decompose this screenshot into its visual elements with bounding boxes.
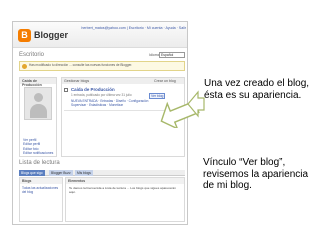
items-body: Te damos la bienvenida a Lista de lectur… [69,186,176,195]
profile-links: Ver perfil Editar perfil Editar foto Edi… [23,138,53,155]
brand-name: Blogger [34,30,69,40]
all-updates-link[interactable]: Todas las actualizaciones del blog [20,184,62,196]
blog-name[interactable]: Caída de Producción [71,87,115,92]
blogs-header: Gestionar blogs Crear un blog [62,78,184,84]
avatar [24,87,52,120]
language-select[interactable]: Español [159,52,185,58]
notice-text: Has modificado tu dirección ... consulte… [29,63,133,67]
avatar-body-icon [30,104,47,118]
annotation-view-blog: Vínculo “Ver blog”, revisemos la aparien… [203,157,309,191]
notice-banner: Has modificado tu dirección ... consulte… [19,61,185,71]
manage-blogs-label: Gestionar blogs [64,79,90,83]
account-links[interactable]: herbert_matos@yahoo.com | Escritorio · M… [81,26,186,30]
blog-meta: 1 entrada, publicado por última vez 31 j… [71,93,132,97]
profile-title: Caída de Producción [20,78,56,87]
tab-my-blogs[interactable]: Mis blogs [75,170,93,176]
annotation-appearance: Una vez creado el blog, ésta es su apari… [204,78,310,101]
page-title: Escritorio [19,52,45,58]
arrow-to-screenshot-icon [187,90,205,118]
info-icon [22,64,27,69]
tab-blogger-buzz[interactable]: Blogger Buzz [49,170,73,176]
profile-panel: Caída de Producción Ver perfil Editar pe… [19,77,57,157]
reading-list-blogs: Blogs Todas las actualizaciones del blog [19,177,63,222]
top-bar: B Blogger herbert_matos@yahoo.com | Escr… [13,22,187,48]
reading-list-items: Elementos Te damos la bienvenida a Lista… [65,177,185,222]
blog-sub-actions[interactable]: Supervisar · Estadísticas · Monetizar [71,103,123,107]
blog-checkbox[interactable] [64,88,68,92]
avatar-head-icon [34,93,43,102]
create-blog-link[interactable]: Crear un blog [154,79,176,83]
reading-list-title: Lista de lectura [19,160,60,166]
blogger-logo-icon: B [18,29,31,42]
tab-following[interactable]: Blogs que sigo [19,170,45,176]
profile-link-notifications[interactable]: Editar notificaciones [23,151,53,155]
reading-list-tabs: Blogs que sigo Blogger Buzz Mis blogs [19,170,185,176]
